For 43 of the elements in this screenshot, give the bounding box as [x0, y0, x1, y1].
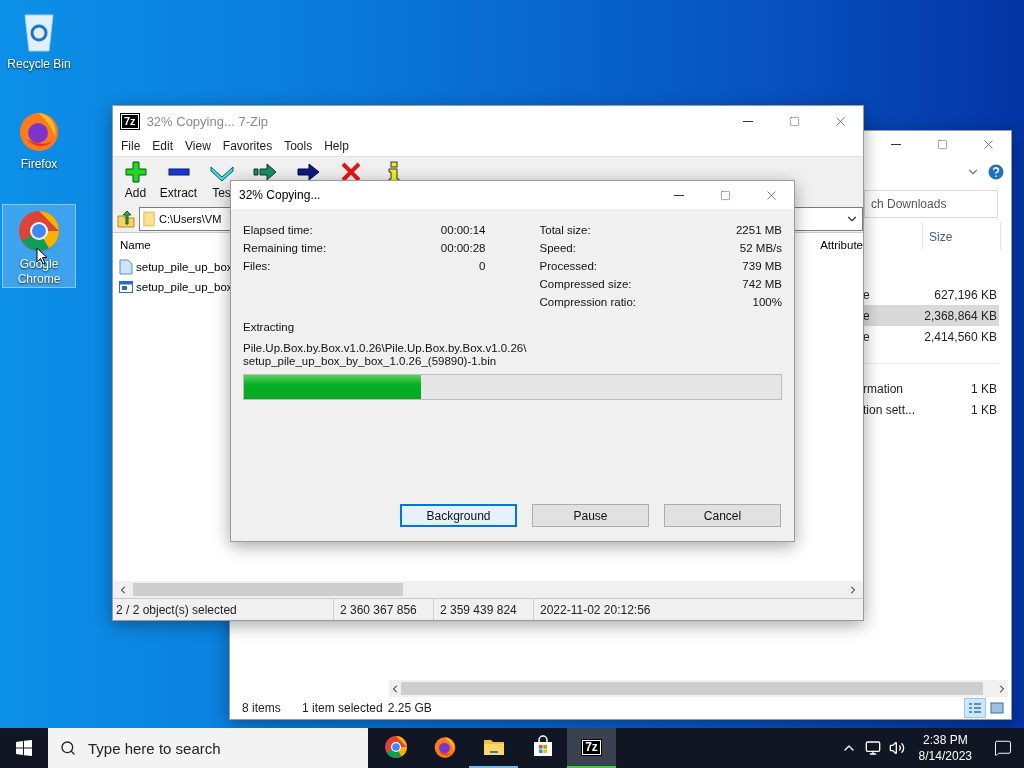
status-text: 8 items	[241, 701, 282, 715]
status-text: 2 / 2 object(s) selected	[115, 602, 238, 617]
stat-value: 0	[479, 260, 486, 272]
stat-value: 742 MB	[742, 278, 782, 290]
status-text: 2 360 367 856	[333, 599, 433, 620]
desktop-icon-label: Google Chrome	[16, 257, 62, 287]
file-name: e	[863, 287, 871, 302]
stat-value: 52 MB/s	[739, 242, 782, 254]
file-path: setup_pile_up_box_by_box_1.0.26_(59890)-1.bin	[243, 355, 498, 368]
file-name: e	[863, 329, 871, 344]
desktop-icon-label: Firefox	[19, 157, 59, 172]
stat-value: 00:00:14	[440, 224, 486, 236]
stat-value: 739 MB	[742, 260, 782, 272]
stat-label: Elapsed time:	[243, 224, 313, 236]
status-text: 2 359 439 824	[433, 599, 533, 620]
operation-label: Extracting	[243, 321, 296, 334]
file-size: 1 KB	[970, 402, 997, 417]
desktop-icon-label: Recycle Bin	[6, 57, 72, 72]
status-text: 2.25 GB	[386, 701, 432, 715]
stat-value: 2251 MB	[735, 224, 782, 236]
file-size: 627,196 KB	[933, 287, 997, 302]
app-logo: 7z	[582, 739, 601, 755]
stat-label: Compression ratio:	[539, 296, 636, 308]
stat-value: 100%	[752, 296, 782, 308]
stat-label: Total size:	[539, 224, 591, 236]
file-name: tion sett...	[863, 402, 917, 417]
dialog-title: 32% Copying...	[238, 188, 322, 202]
file-name: rmation	[863, 381, 904, 396]
stat-label: Remaining time:	[243, 242, 327, 254]
file-size: 1 KB	[970, 381, 997, 396]
stat-label: Files:	[243, 260, 271, 272]
stat-value: 00:00:28	[440, 242, 486, 254]
file-size: 2,414,560 KB	[923, 329, 997, 344]
stat-label: Processed:	[539, 260, 598, 272]
status-text: 1 item selected	[302, 701, 383, 715]
status-text: 2022-11-02 20:12:56	[533, 599, 733, 620]
stat-label: Speed:	[539, 242, 576, 254]
file-name: e	[863, 308, 871, 323]
file-size: 2,368,864 KB	[923, 308, 997, 323]
file-path: Pile.Up.Box.by.Box.v1.0.26\Pile.Up.Box.by.Box.v1.0.26\	[243, 342, 528, 355]
app-logo: 7z	[121, 113, 139, 129]
window-title: 32% Copying... 7-Zip	[146, 113, 270, 129]
stat-label: Compressed size:	[539, 278, 632, 290]
